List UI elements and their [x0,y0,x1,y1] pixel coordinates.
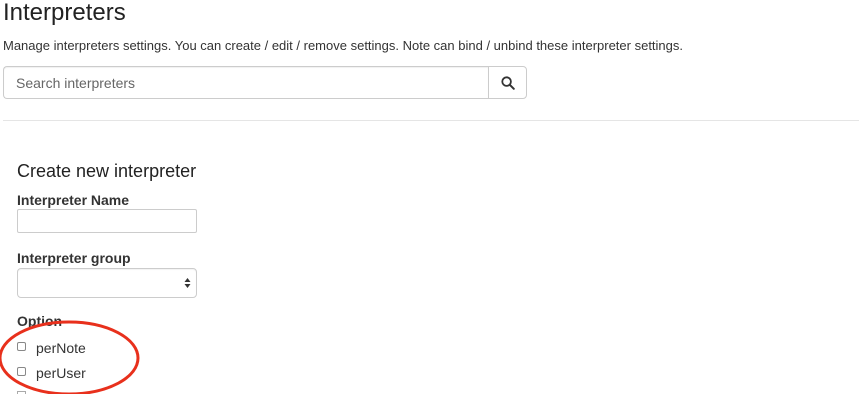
section-divider [3,120,859,121]
interpreter-group-label: Interpreter group [17,250,131,266]
page-description: Manage interpreters settings. You can cr… [3,38,684,53]
highlight-ellipse [0,320,140,394]
interpreter-name-label: Interpreter Name [17,192,130,208]
select-arrows-icon [184,278,191,288]
peruser-checkbox[interactable] [17,367,26,376]
form-title: Create new interpreter [17,161,197,181]
option-peruser[interactable]: perUser [17,364,86,382]
search-input[interactable] [3,66,488,99]
interpreter-group-select[interactable] [17,268,197,298]
peruser-label: perUser [36,365,86,381]
search-button[interactable] [488,66,527,99]
option-label: Option [17,313,63,329]
pernote-label: perNote [36,340,86,356]
search-bar [3,66,527,99]
search-icon [500,75,515,90]
page-title: Interpreters [3,0,126,26]
option-pernote[interactable]: perNote [17,339,86,357]
pernote-checkbox[interactable] [17,342,26,351]
interpreter-name-field[interactable] [17,209,197,233]
